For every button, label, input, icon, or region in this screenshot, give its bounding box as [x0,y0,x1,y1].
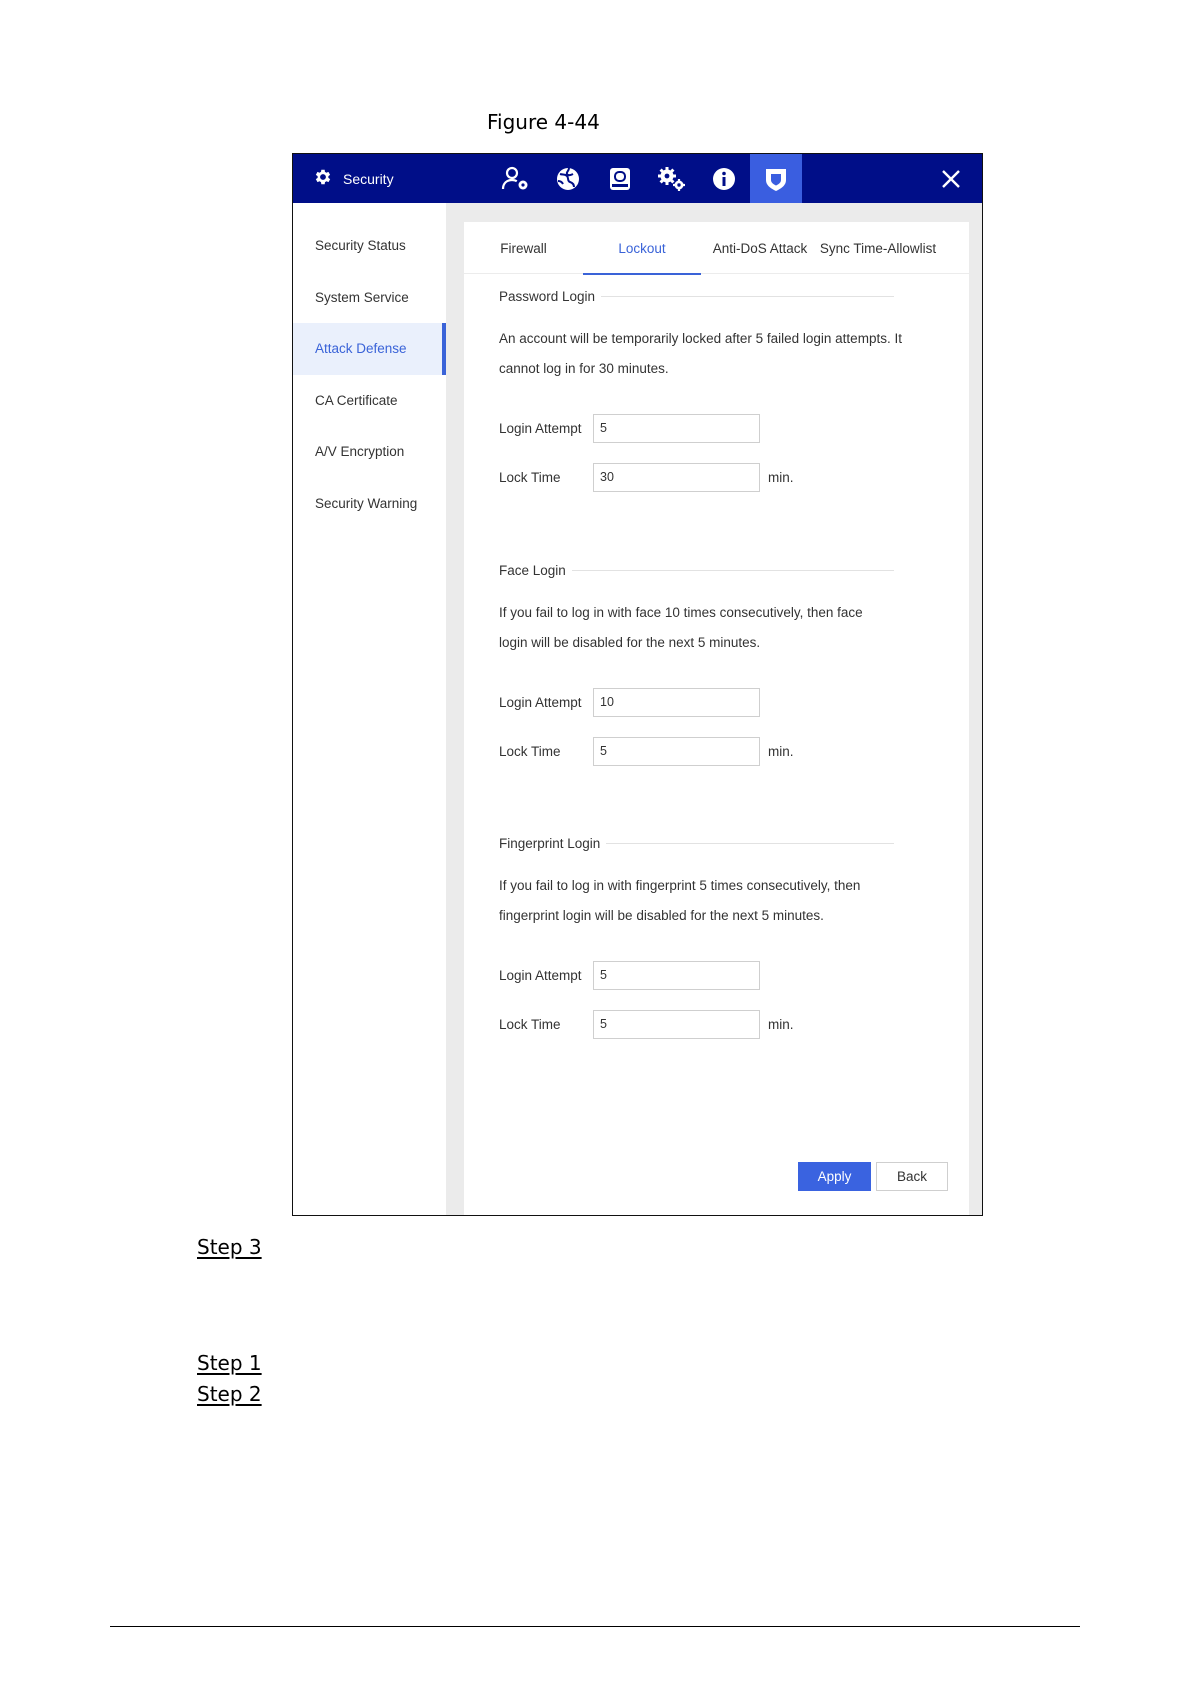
main-panel: Firewall Lockout Anti-DoS Attack Sync Ti… [464,222,969,1215]
step-1-label: Step 1 [197,1351,262,1375]
desc-line: cannot log in for 30 minutes. [499,361,669,376]
sidebar-item-attack-defense[interactable]: Attack Defense [293,323,446,375]
footer-divider [110,1626,1080,1627]
system-settings-icon[interactable] [646,154,698,203]
sidebar-item-av-encryption[interactable]: A/V Encryption [293,426,446,478]
window-title: Security [313,154,394,203]
shield-icon[interactable] [750,154,802,203]
face-lock-time-input[interactable]: 5 [593,737,760,766]
fingerprint-lock-time-row: Lock Time 5 min. [499,1010,794,1039]
info-icon[interactable] [698,154,750,203]
tab-firewall[interactable]: Firewall [464,222,583,274]
password-login-attempt-row: Login Attempt 5 [499,414,760,443]
figure-caption: Figure 4-44 [487,110,600,134]
fingerprint-login-attempt-input[interactable]: 5 [593,961,760,990]
divider [571,570,894,571]
sidebar-item-label: Security Status [315,238,406,254]
sidebar-item-security-warning[interactable]: Security Warning [293,478,446,530]
face-login-attempt-input[interactable]: 10 [593,688,760,717]
password-lock-time-row: Lock Time 30 min. [499,463,794,492]
password-login-attempt-input[interactable]: 5 [593,414,760,443]
tab-anti-dos-attack[interactable]: Anti-DoS Attack [701,222,819,274]
field-label: Login Attempt [499,421,582,436]
field-label: Lock Time [499,1017,561,1032]
storage-icon[interactable] [594,154,646,203]
fingerprint-login-attempt-row: Login Attempt 5 [499,961,760,990]
close-icon[interactable] [932,154,970,203]
divider [601,296,894,297]
gear-icon [313,167,333,190]
fingerprint-description: If you fail to log in with fingerprint 5… [499,871,919,931]
step-2-label: Step 2 [197,1382,262,1406]
field-label: Login Attempt [499,968,582,983]
section-title-face: Face Login [499,563,894,578]
user-settings-icon[interactable] [490,154,542,203]
sidebar-item-ca-certificate[interactable]: CA Certificate [293,375,446,427]
field-label: Lock Time [499,470,561,485]
back-button[interactable]: Back [876,1162,948,1191]
tab-sync-time-allowlist[interactable]: Sync Time-Allowlist [819,222,937,274]
sidebar-item-security-status[interactable]: Security Status [293,220,446,272]
apply-button[interactable]: Apply [798,1162,871,1191]
sidebar-item-label: Security Warning [315,495,418,511]
face-lock-time-row: Lock Time 5 min. [499,737,794,766]
section-title-text: Password Login [499,289,596,304]
desc-line: An account will be temporarily locked af… [499,331,902,346]
password-lock-time-input[interactable]: 30 [593,463,760,492]
unit-label: min. [768,1017,794,1032]
top-bar: Security [293,154,982,203]
divider [606,843,894,844]
tab-lockout[interactable]: Lockout [583,222,701,275]
desc-line: If you fail to log in with face 10 times… [499,605,863,620]
password-description: An account will be temporarily locked af… [499,324,919,384]
desc-line: login will be disabled for the next 5 mi… [499,635,761,650]
sidebar-item-label: System Service [315,289,409,305]
field-label: Login Attempt [499,695,582,710]
section-title-password: Password Login [499,289,894,304]
unit-label: min. [768,470,794,485]
section-title-text: Fingerprint Login [499,836,601,851]
desc-line: If you fail to log in with fingerprint 5… [499,878,861,893]
step-3-label: Step 3 [197,1235,262,1259]
section-title-fingerprint: Fingerprint Login [499,836,894,851]
face-login-attempt-row: Login Attempt 10 [499,688,760,717]
field-label: Lock Time [499,744,561,759]
sidebar: Security Status System Service Attack De… [293,203,446,1215]
security-window: Security Security Status System Service … [292,153,983,1216]
unit-label: min. [768,744,794,759]
section-title-text: Face Login [499,563,566,578]
network-icon[interactable] [542,154,594,203]
sidebar-item-label: A/V Encryption [315,444,405,460]
sidebar-item-label: Attack Defense [315,341,407,357]
sidebar-item-label: CA Certificate [315,392,398,408]
fingerprint-lock-time-input[interactable]: 5 [593,1010,760,1039]
desc-line: fingerprint login will be disabled for t… [499,908,824,923]
sidebar-item-system-service[interactable]: System Service [293,272,446,324]
tab-bar: Firewall Lockout Anti-DoS Attack Sync Ti… [464,222,969,275]
face-description: If you fail to log in with face 10 times… [499,598,919,658]
window-title-text: Security [343,170,394,187]
